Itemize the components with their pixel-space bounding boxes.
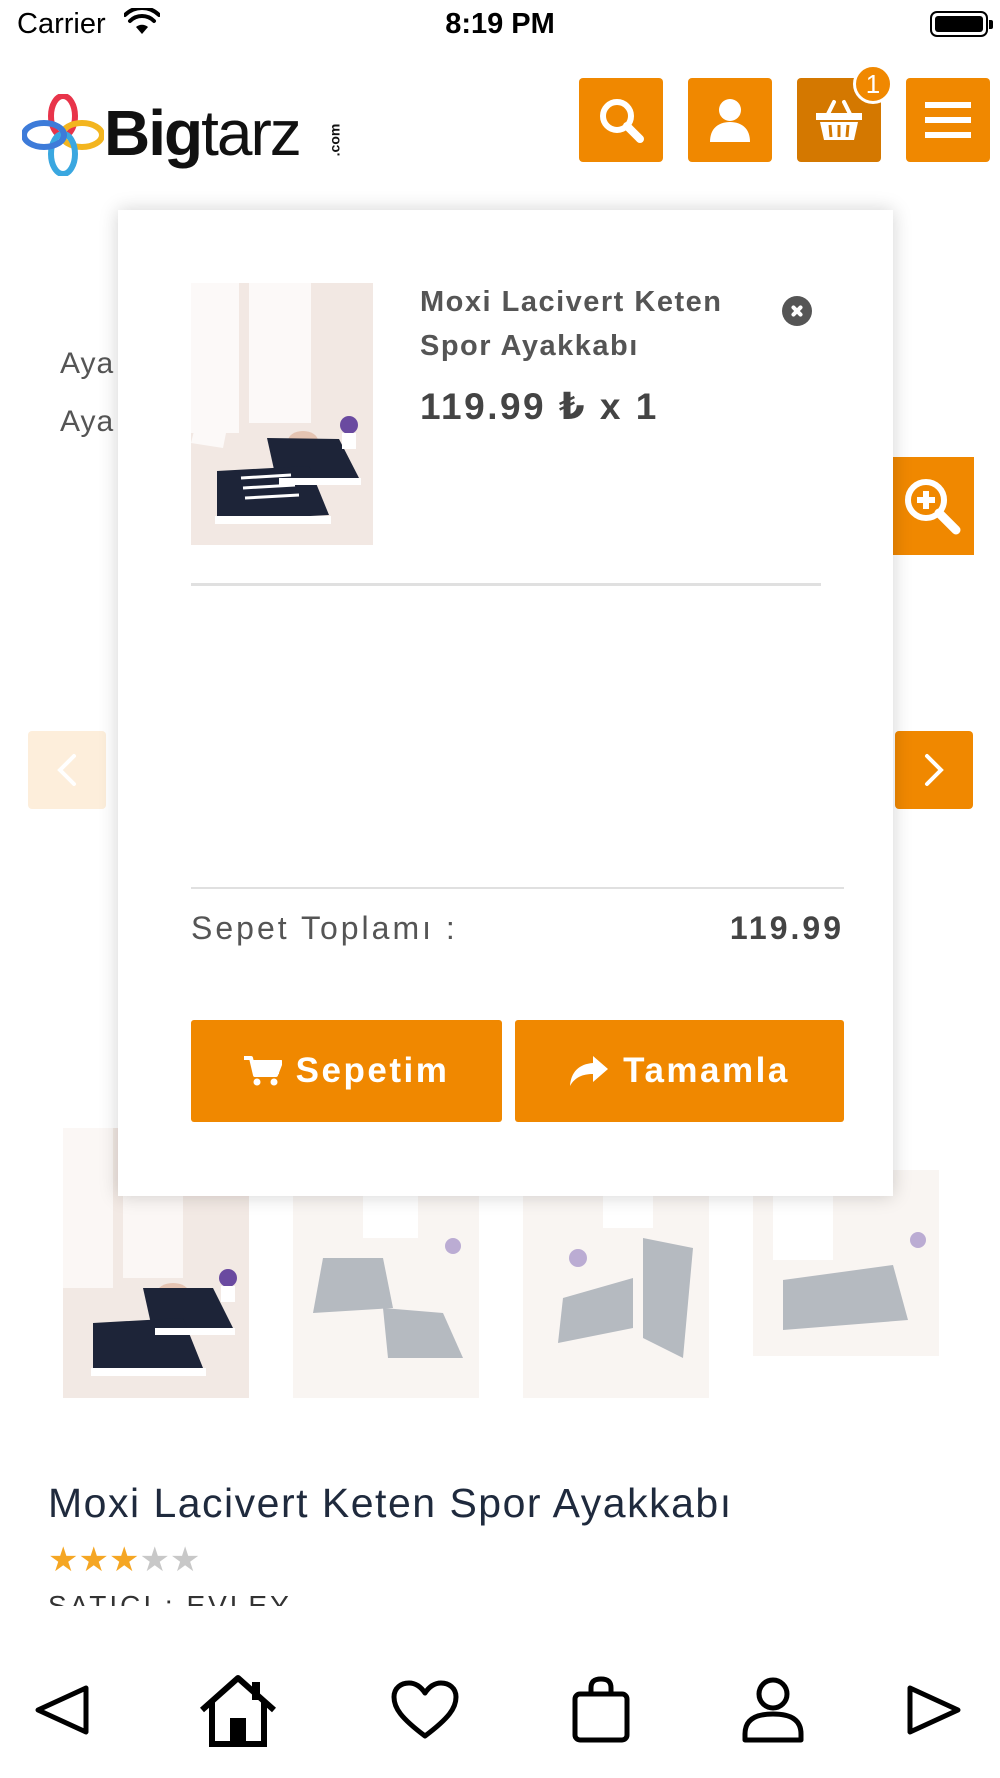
shoe-photo [753, 1170, 939, 1356]
product-title: Moxi Lacivert Keten Spor Ayakkabı [48, 1480, 733, 1526]
nav-home[interactable] [198, 1670, 278, 1750]
nav-bag[interactable] [561, 1670, 641, 1750]
shoe-photo [191, 283, 373, 545]
bag-icon [572, 1676, 630, 1743]
account-button[interactable] [688, 78, 772, 162]
cart-item-image[interactable] [191, 283, 373, 545]
cart-count-badge: 1 [853, 64, 893, 104]
checkout-button[interactable]: Tamamla [515, 1020, 844, 1122]
logo-text: Bigtarz [104, 97, 302, 169]
home-icon [200, 1675, 276, 1747]
share-arrow-icon [570, 1056, 609, 1086]
cart-total-value: 119.99 [729, 910, 844, 946]
forward-icon [907, 1685, 961, 1735]
clock: 8:19 PM [445, 8, 555, 40]
mini-cart-popup: Moxi Lacivert Keten Spor Ayakkabı 119.99… [118, 210, 893, 1196]
basket-icon [816, 100, 862, 140]
menu-icon [925, 102, 971, 138]
divider [191, 583, 821, 586]
view-cart-label: Sepetim [295, 1051, 450, 1090]
search-icon [600, 99, 644, 143]
zoom-button[interactable] [890, 457, 974, 555]
divider [191, 887, 844, 889]
gallery-thumbnail[interactable] [753, 1170, 939, 1356]
view-cart-button[interactable]: Sepetim [191, 1020, 502, 1122]
nav-back[interactable] [22, 1670, 102, 1750]
nav-favorites[interactable] [385, 1670, 465, 1750]
breadcrumb-partial: Aya [60, 347, 115, 380]
nav-forward[interactable] [894, 1670, 974, 1750]
user-icon [710, 99, 750, 142]
cart-item-price: 119.99 ₺ x 1 [420, 386, 659, 427]
logo-suffix: .com [326, 123, 343, 157]
flower-logo-icon [22, 94, 104, 176]
site-logo[interactable]: Bigtarz .com [22, 94, 342, 184]
menu-button[interactable] [906, 78, 990, 162]
back-icon [35, 1685, 89, 1735]
heart-icon [391, 1680, 459, 1739]
chevron-right-icon [925, 754, 944, 786]
zoom-in-icon [905, 479, 961, 535]
cart-item-name[interactable]: Moxi Lacivert Keten Spor Ayakkabı [420, 280, 750, 368]
search-button[interactable] [579, 78, 663, 162]
rating-stars: ★★★★★ [48, 1540, 200, 1580]
cart-total-label: Sepet Toplamı : [191, 910, 458, 946]
seller-label: SATICI : EVLEY [48, 1592, 348, 1606]
profile-icon [742, 1677, 804, 1743]
breadcrumb-partial: Aya [60, 405, 115, 438]
battery-icon [930, 11, 993, 37]
bottom-navigation [0, 1650, 1000, 1778]
checkout-label: Tamamla [623, 1051, 790, 1090]
status-bar: Carrier 8:19 PM [0, 0, 1000, 50]
gallery-next-button[interactable] [895, 731, 973, 809]
cart-icon [243, 1056, 282, 1086]
gallery-prev-button[interactable] [28, 731, 106, 809]
chevron-left-icon [57, 754, 76, 786]
nav-profile[interactable] [733, 1670, 813, 1750]
empty-stars: ★★ [139, 1541, 201, 1579]
filled-stars: ★★★ [48, 1541, 140, 1579]
remove-item-icon[interactable] [782, 296, 812, 326]
